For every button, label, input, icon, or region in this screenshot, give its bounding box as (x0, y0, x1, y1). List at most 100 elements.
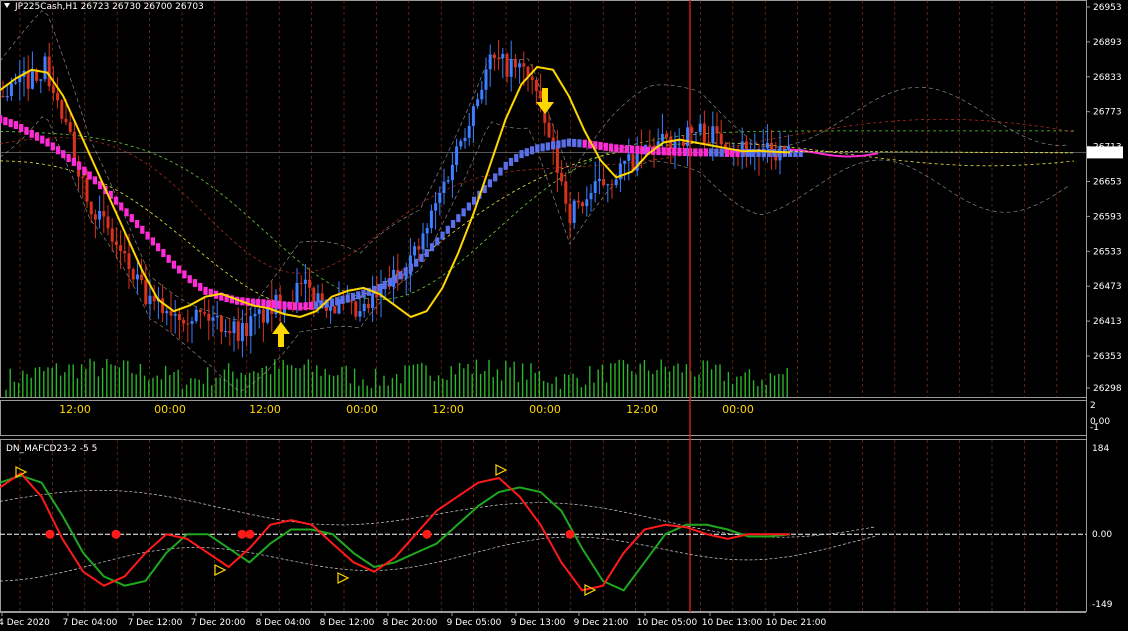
candle-body (362, 303, 366, 312)
band-segment (345, 294, 350, 303)
mid-ma-dashed (0, 130, 1074, 301)
band-segment (566, 138, 572, 147)
symbol-info: JP225Cash,H1 26723 26730 26700 26703 (14, 2, 204, 12)
candle-body (190, 321, 194, 324)
band-segment (282, 301, 287, 310)
band-segment (13, 121, 19, 130)
band-segment (61, 150, 66, 159)
candle-body (148, 295, 152, 305)
candle-body (177, 314, 181, 321)
band-segment (561, 139, 566, 148)
band-segment (45, 138, 50, 147)
candle-body (64, 118, 68, 123)
osc-axis-label: 184 (1092, 444, 1109, 454)
band-segment (414, 258, 419, 267)
candle-body (43, 56, 47, 80)
current-price-label: 26703 (1091, 148, 1120, 158)
candle-body (560, 172, 564, 182)
candle-body (530, 76, 534, 81)
candle-body (602, 178, 606, 186)
candle-body (606, 184, 610, 186)
time-label: 12:00 (59, 403, 91, 416)
candle-body (459, 141, 463, 147)
time-label: 00:00 (346, 403, 378, 416)
candle-body (93, 214, 97, 220)
band-segment (635, 145, 640, 154)
band-segment (124, 208, 129, 217)
candle-body (316, 293, 320, 303)
candle-body (232, 321, 236, 334)
candle-body (39, 79, 43, 81)
volume-bars (5, 358, 788, 397)
x-axis-label: 9 Dec 05:00 (447, 618, 502, 628)
candle-body (236, 321, 240, 342)
band-segment (503, 161, 508, 170)
band-segment (92, 176, 98, 185)
candle-body (127, 253, 131, 270)
trading-chart[interactable]: 2695326893268332677326713266532659326533… (0, 0, 1128, 631)
band-segment (403, 267, 408, 276)
candle-body (110, 228, 114, 242)
band-segment (308, 301, 313, 310)
candle-body (131, 269, 135, 280)
candle-body (648, 144, 652, 146)
candle-body (518, 63, 522, 68)
band-segment (408, 263, 414, 272)
buy-arrow-icon (272, 322, 290, 347)
band-segment (177, 265, 182, 274)
band-segment (140, 225, 145, 234)
band-segment (156, 243, 161, 252)
band-segment (298, 302, 303, 311)
band-segment (709, 148, 714, 157)
band-segment (266, 299, 271, 308)
price-label: 26353 (1093, 352, 1122, 362)
band-segment (714, 148, 719, 157)
band-segment (119, 202, 124, 211)
candle-body (589, 192, 593, 200)
candle-body (492, 54, 496, 59)
candle-body (455, 146, 459, 165)
band-segment (719, 148, 724, 157)
candle-body (480, 89, 484, 100)
band-segment (329, 298, 335, 307)
candles (1, 39, 790, 358)
candle-body (450, 164, 454, 181)
candle-body (568, 203, 572, 223)
signal-marker-icon (337, 572, 350, 584)
band-segment (129, 214, 134, 223)
candle-body (240, 323, 244, 342)
band-segment (398, 271, 403, 280)
band-segment (514, 154, 519, 163)
candle-body (135, 274, 139, 280)
candle-body (354, 301, 358, 317)
candle-body (102, 210, 106, 217)
candle-body (228, 330, 232, 334)
cross-dot (111, 529, 121, 539)
candle-body (505, 53, 509, 77)
candle-body (106, 216, 110, 229)
stoch-axis-label: -1 (1090, 423, 1099, 433)
band-segment (429, 243, 435, 252)
band-segment (3, 117, 8, 126)
band-segment (271, 300, 277, 309)
candle-body (114, 241, 118, 246)
candle-body (140, 274, 144, 281)
price-label: 26473 (1093, 282, 1122, 292)
band-segment (198, 282, 203, 291)
band-segment (661, 147, 666, 156)
x-axis-label: 10 Dec 21:00 (766, 618, 827, 628)
price-label: 26593 (1093, 212, 1122, 222)
candle-body (593, 181, 597, 193)
cross-dot (237, 529, 247, 539)
band-segment (134, 219, 140, 228)
candle-body (539, 90, 543, 99)
band-segment (677, 147, 682, 156)
band-segment (456, 214, 461, 223)
band-segment (24, 126, 29, 135)
signal-marker-icon (214, 564, 227, 576)
candle-body (182, 320, 186, 324)
band-segment (724, 148, 730, 157)
band-segment (582, 139, 587, 148)
band-segment (150, 237, 155, 246)
band-segment (171, 260, 177, 269)
